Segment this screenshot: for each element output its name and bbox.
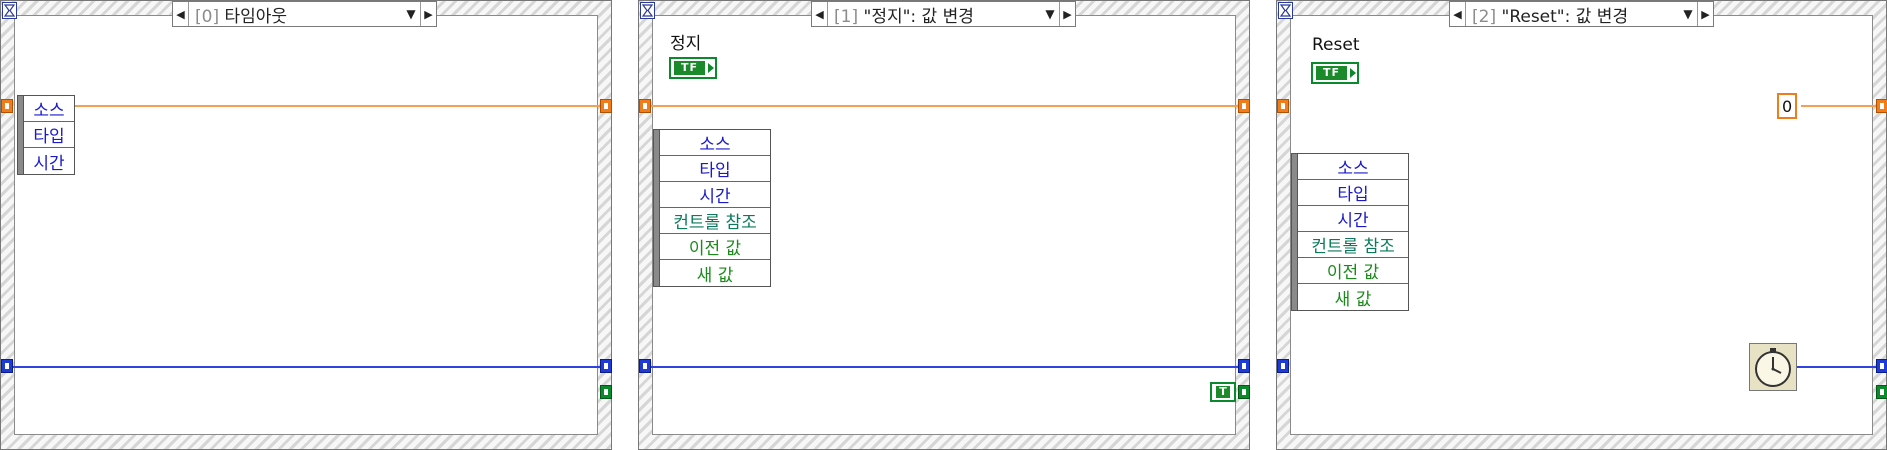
shift-register-left-tunnel[interactable] bbox=[1, 99, 13, 113]
event-item-newval[interactable]: 새 값 bbox=[1298, 284, 1408, 310]
true-constant[interactable]: T bbox=[1210, 382, 1236, 402]
numeric-wire[interactable] bbox=[651, 105, 1239, 107]
event-structure-stop[interactable]: ◀ [1] "정지": 값 변경 ▼ ▶ 정지 TF T 소스 타입 시간 컨트… bbox=[638, 0, 1250, 450]
numeric-constant[interactable]: 0 bbox=[1777, 93, 1798, 119]
error-wire[interactable] bbox=[1797, 366, 1877, 368]
shift-register-left-tunnel[interactable] bbox=[1277, 99, 1289, 113]
dropdown-arrow-icon[interactable]: ▼ bbox=[402, 7, 420, 21]
event-item-source[interactable]: 소스 bbox=[1298, 154, 1408, 180]
output-arrow-icon bbox=[1350, 68, 1357, 78]
event-data-node[interactable]: 소스 타입 시간 bbox=[17, 95, 75, 175]
case-index: [1] bbox=[834, 6, 859, 27]
event-node-items: 소스 타입 시간 컨트롤 참조 이전 값 새 값 bbox=[1298, 153, 1409, 311]
boolean-tf-label: TF bbox=[674, 61, 706, 75]
stop-condition-tunnel[interactable] bbox=[600, 385, 612, 399]
reset-boolean-terminal[interactable]: TF bbox=[1311, 62, 1359, 84]
case-selector-label: [1] "정지": 값 변경 bbox=[828, 2, 1041, 27]
dropdown-arrow-icon[interactable]: ▼ bbox=[1679, 7, 1697, 21]
error-right-tunnel[interactable] bbox=[1238, 359, 1250, 373]
hourglass-timeout-icon[interactable] bbox=[2, 2, 17, 19]
increment-arrow-icon[interactable]: ▶ bbox=[420, 2, 436, 26]
event-item-type[interactable]: 타입 bbox=[660, 156, 770, 182]
event-node-handle[interactable] bbox=[17, 95, 24, 175]
case-selector-label: [2] "Reset": 값 변경 bbox=[1466, 2, 1679, 27]
case-selector-label: [0] 타임아웃 bbox=[189, 2, 402, 27]
event-item-time[interactable]: 시간 bbox=[1298, 206, 1408, 232]
error-wire[interactable] bbox=[651, 366, 1239, 368]
case-name: 타임아웃 bbox=[224, 6, 288, 27]
case-name: "Reset": 값 변경 bbox=[1501, 6, 1629, 27]
shift-register-right-tunnel[interactable] bbox=[600, 99, 612, 113]
boolean-tf-label: TF bbox=[1316, 66, 1348, 80]
reset-control-label: Reset bbox=[1312, 35, 1360, 55]
event-item-time[interactable]: 시간 bbox=[24, 148, 74, 174]
error-wire[interactable] bbox=[13, 366, 601, 368]
shift-register-right-tunnel[interactable] bbox=[1876, 99, 1887, 113]
event-item-ctlref[interactable]: 컨트롤 참조 bbox=[660, 208, 770, 234]
error-right-tunnel[interactable] bbox=[1876, 359, 1887, 373]
increment-arrow-icon[interactable]: ▶ bbox=[1697, 2, 1713, 26]
decrement-arrow-icon[interactable]: ◀ bbox=[1450, 2, 1466, 26]
dropdown-arrow-icon[interactable]: ▼ bbox=[1041, 7, 1059, 21]
event-node-handle[interactable] bbox=[1291, 153, 1298, 311]
case-index: [0] bbox=[195, 6, 220, 27]
event-data-node[interactable]: 소스 타입 시간 컨트롤 참조 이전 값 새 값 bbox=[653, 129, 771, 287]
stop-condition-tunnel[interactable] bbox=[1238, 385, 1250, 399]
event-item-type[interactable]: 타입 bbox=[1298, 180, 1408, 206]
case-selector[interactable]: ◀ [2] "Reset": 값 변경 ▼ ▶ bbox=[1449, 1, 1714, 27]
event-item-source[interactable]: 소스 bbox=[660, 130, 770, 156]
event-item-oldval[interactable]: 이전 값 bbox=[1298, 258, 1408, 284]
numeric-wire[interactable] bbox=[75, 105, 601, 107]
decrement-arrow-icon[interactable]: ◀ bbox=[173, 2, 189, 26]
tick-count-timer-icon[interactable] bbox=[1749, 343, 1797, 391]
increment-arrow-icon[interactable]: ▶ bbox=[1059, 2, 1075, 26]
error-left-tunnel[interactable] bbox=[1277, 359, 1289, 373]
event-node-handle[interactable] bbox=[653, 129, 660, 287]
error-right-tunnel[interactable] bbox=[600, 359, 612, 373]
true-constant-label: T bbox=[1216, 386, 1230, 398]
case-selector[interactable]: ◀ [0] 타임아웃 ▼ ▶ bbox=[172, 1, 437, 27]
event-item-oldval[interactable]: 이전 값 bbox=[660, 234, 770, 260]
event-node-items: 소스 타입 시간 bbox=[24, 95, 75, 175]
stop-boolean-terminal[interactable]: TF bbox=[669, 57, 717, 79]
case-index: [2] bbox=[1472, 6, 1497, 27]
decrement-arrow-icon[interactable]: ◀ bbox=[812, 2, 828, 26]
case-name: "정지": 값 변경 bbox=[863, 6, 974, 27]
event-structure-timeout[interactable]: ◀ [0] 타임아웃 ▼ ▶ 소스 타입 시간 bbox=[0, 0, 612, 450]
event-data-node[interactable]: 소스 타입 시간 컨트롤 참조 이전 값 새 값 bbox=[1291, 153, 1409, 311]
event-case-diagram bbox=[14, 15, 598, 435]
error-left-tunnel[interactable] bbox=[639, 359, 651, 373]
shift-register-right-tunnel[interactable] bbox=[1238, 99, 1250, 113]
case-selector[interactable]: ◀ [1] "정지": 값 변경 ▼ ▶ bbox=[811, 1, 1076, 27]
stop-condition-tunnel[interactable] bbox=[1876, 385, 1887, 399]
event-item-source[interactable]: 소스 bbox=[24, 96, 74, 122]
hourglass-timeout-icon[interactable] bbox=[640, 2, 655, 19]
event-item-ctlref[interactable]: 컨트롤 참조 bbox=[1298, 232, 1408, 258]
numeric-wire[interactable] bbox=[1801, 105, 1877, 107]
output-arrow-icon bbox=[708, 63, 715, 73]
event-item-newval[interactable]: 새 값 bbox=[660, 260, 770, 286]
event-item-type[interactable]: 타입 bbox=[24, 122, 74, 148]
event-node-items: 소스 타입 시간 컨트롤 참조 이전 값 새 값 bbox=[660, 129, 771, 287]
stop-control-label: 정지 bbox=[670, 34, 702, 54]
hourglass-timeout-icon[interactable] bbox=[1278, 2, 1293, 19]
error-left-tunnel[interactable] bbox=[1, 359, 13, 373]
event-item-time[interactable]: 시간 bbox=[660, 182, 770, 208]
shift-register-left-tunnel[interactable] bbox=[639, 99, 651, 113]
event-structure-reset[interactable]: ◀ [2] "Reset": 값 변경 ▼ ▶ Reset TF 0 소스 타입… bbox=[1276, 0, 1887, 450]
